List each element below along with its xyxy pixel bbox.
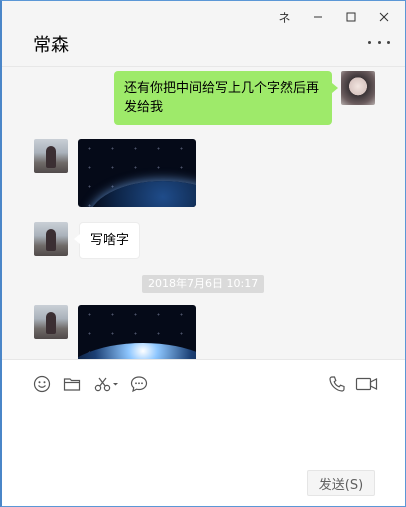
emoji-icon xyxy=(33,375,51,393)
maximize-icon xyxy=(346,12,355,22)
pin-icon: ネ xyxy=(278,10,291,25)
video-icon xyxy=(355,377,378,391)
my-avatar[interactable] xyxy=(341,71,375,105)
contact-avatar[interactable] xyxy=(34,139,68,173)
scissors-icon xyxy=(94,377,118,392)
close-icon xyxy=(379,12,388,22)
incoming-image-message[interactable] xyxy=(78,139,196,207)
chat-bubble-icon xyxy=(130,376,148,393)
voice-call-button[interactable] xyxy=(326,374,348,394)
video-call-button[interactable] xyxy=(354,374,380,394)
message-list[interactable]: 还有你把中间给写上几个字然后再发给我 写啥字 2018年7月6日 10:17 xyxy=(2,67,405,359)
screenshot-button[interactable] xyxy=(93,374,121,394)
message-timestamp: 2018年7月6日 10:17 xyxy=(142,275,265,293)
file-button[interactable] xyxy=(61,374,83,394)
window-controls: ネ xyxy=(268,7,400,27)
close-button[interactable] xyxy=(367,6,400,28)
more-options-button[interactable] xyxy=(368,37,390,47)
maximize-button[interactable] xyxy=(334,6,367,28)
chat-title: 常森 xyxy=(33,35,69,56)
more-dot-icon xyxy=(368,40,371,44)
phone-icon xyxy=(329,376,345,392)
chat-window: 常森 ネ 还有你把中间给写上几个字然后再发给我 写啥字 2018年7月6日 10… xyxy=(0,0,406,507)
folder-icon xyxy=(63,378,81,391)
minimize-icon xyxy=(313,16,322,18)
send-button[interactable]: 发送(S) xyxy=(307,470,375,496)
chat-header: 常森 ネ xyxy=(2,1,405,67)
contact-avatar[interactable] xyxy=(34,222,68,256)
chat-history-button[interactable] xyxy=(128,374,150,394)
contact-avatar[interactable] xyxy=(34,305,68,339)
pin-button[interactable]: ネ xyxy=(268,6,301,28)
emoji-button[interactable] xyxy=(31,374,53,394)
incoming-image-message[interactable] xyxy=(78,305,196,359)
message-composer: 发送(S) xyxy=(2,359,405,506)
more-dot-icon xyxy=(377,40,381,44)
outgoing-message-bubble[interactable]: 还有你把中间给写上几个字然后再发给我 xyxy=(114,71,338,125)
more-dot-icon xyxy=(387,40,390,44)
incoming-message-bubble[interactable]: 写啥字 xyxy=(73,222,141,259)
minimize-button[interactable] xyxy=(301,6,334,28)
message-input[interactable] xyxy=(22,402,388,462)
